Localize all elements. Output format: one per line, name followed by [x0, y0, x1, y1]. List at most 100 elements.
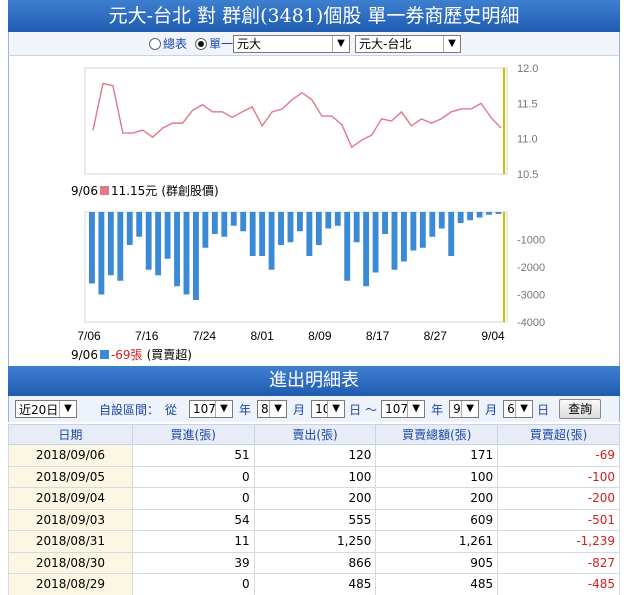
price-legend-value: 11.15元	[110, 184, 158, 198]
volume-legend-date: 9/06	[71, 347, 98, 362]
cell-date: 2018/09/06	[8, 444, 133, 467]
chevron-down-icon[interactable]: ▼	[59, 401, 76, 417]
cell-sell: 120	[253, 444, 377, 467]
volume-bar	[249, 212, 256, 256]
month-label: 月	[293, 402, 306, 417]
cell-buy: 11	[131, 530, 255, 553]
volume-bar	[448, 212, 455, 256]
cell-sell: 100	[253, 465, 377, 488]
radio-summary-label[interactable]: 總表	[163, 35, 187, 52]
chevron-down-icon[interactable]: ▼	[407, 401, 425, 417]
volume-bar	[183, 212, 190, 295]
volume-bar	[164, 212, 171, 259]
cell-date: 2018/08/29	[8, 573, 133, 595]
x-axis-tick-label: 8/01	[250, 329, 274, 343]
price-y-tick-label: 12.0	[517, 63, 538, 75]
price-swatch-icon	[99, 186, 109, 195]
cell-sell: 200	[253, 487, 377, 510]
radio-single[interactable]	[195, 37, 208, 50]
volume-bar	[486, 212, 492, 215]
volume-bar	[429, 212, 436, 237]
month-label: 月	[485, 402, 498, 417]
branch-select[interactable]: 元大-台北 ▼	[355, 34, 462, 53]
page-title: 元大-台北 對 群創(3481)個股 單一券商歷史明細	[8, 0, 620, 32]
query-button[interactable]: 查詢	[559, 399, 602, 419]
cell-date: 2018/08/30	[8, 551, 133, 574]
price-y-tick-label: 11.0	[517, 134, 538, 146]
day-label: 日	[537, 402, 550, 417]
header-buy: 買進(張)	[131, 424, 255, 445]
from-month-select[interactable]: 8 ▼	[257, 400, 288, 418]
volume-bar	[145, 212, 152, 270]
from-day-select[interactable]: 10 ▼	[311, 400, 346, 418]
chevron-down-icon[interactable]: ▼	[461, 401, 479, 417]
volume-bar	[457, 212, 464, 223]
from-year-value: 107	[193, 402, 216, 416]
volume-bar	[126, 212, 133, 245]
volume-bar	[315, 212, 322, 245]
volume-bar	[89, 212, 95, 284]
volume-bar	[353, 212, 360, 243]
volume-bar	[240, 212, 247, 232]
volume-bar	[211, 212, 218, 234]
cell-date: 2018/09/05	[8, 465, 133, 488]
volume-bar	[344, 212, 351, 281]
to-day-select[interactable]: 6 ▼	[503, 400, 534, 418]
volume-bar	[117, 212, 124, 281]
radio-summary[interactable]	[149, 37, 161, 50]
radio-single-label[interactable]: 單一	[209, 35, 233, 52]
period-select[interactable]: 近20日 ▼	[15, 400, 77, 418]
cell-total: 200	[375, 487, 499, 510]
volume-y-tick-label: -4000	[517, 317, 545, 329]
cell-net: -827	[497, 551, 620, 574]
volume-swatch-icon	[99, 350, 109, 359]
table-row: 2018/09/05 0 100 100 -100	[8, 465, 620, 488]
to-month-select[interactable]: 9 ▼	[449, 400, 480, 418]
from-label: 從	[165, 402, 178, 417]
cell-buy: 0	[131, 573, 255, 595]
x-axis-tick-label: 7/24	[193, 329, 217, 343]
volume-legend-value: -69張	[110, 348, 143, 362]
volume-bar	[297, 212, 303, 232]
day-label: 日	[349, 402, 362, 417]
chevron-down-icon[interactable]: ▼	[327, 401, 345, 417]
volume-y-tick-label: -3000	[517, 290, 545, 302]
cell-total: 609	[375, 508, 499, 531]
cell-total: 905	[375, 551, 499, 574]
volume-bar	[391, 212, 398, 270]
year-label: 年	[431, 402, 444, 417]
header-date: 日期	[8, 424, 133, 445]
volume-bar	[136, 212, 143, 237]
table-row: 2018/09/04 0 200 200 -200	[8, 487, 620, 510]
to-year-select[interactable]: 107 ▼	[381, 400, 426, 418]
x-axis-tick-label: 7/16	[135, 329, 159, 343]
chevron-down-icon[interactable]: ▼	[332, 35, 350, 52]
x-axis-tick-label: 8/09	[308, 329, 332, 343]
cell-total: 171	[375, 444, 499, 467]
price-legend-label: (群創股價)	[161, 184, 219, 198]
cell-net: -485	[497, 573, 620, 595]
volume-bar	[372, 212, 379, 273]
volume-bar	[495, 212, 502, 214]
chevron-down-icon[interactable]: ▼	[215, 401, 233, 417]
volume-bar	[401, 212, 407, 262]
volume-legend-label: (買賣超)	[146, 348, 192, 362]
volume-bar	[221, 212, 228, 237]
chevron-down-icon[interactable]: ▼	[443, 35, 461, 52]
from-year-select[interactable]: 107 ▼	[189, 400, 234, 418]
cell-total: 100	[375, 465, 499, 488]
tilde-label: ～	[365, 402, 378, 417]
chart-area: 12.0 11.5 11.0 10.5 -1000 -2000 -3000 -4000 7/06…	[8, 56, 620, 366]
cell-date: 2018/09/04	[8, 487, 133, 510]
cell-sell: 485	[253, 573, 377, 595]
price-legend-date: 9/06	[71, 183, 98, 198]
volume-bar	[325, 212, 332, 229]
cell-sell: 866	[253, 551, 377, 574]
cell-sell: 1,250	[253, 530, 377, 553]
volume-bar	[410, 212, 417, 251]
cell-sell: 555	[253, 508, 377, 531]
chevron-down-icon[interactable]: ▼	[515, 401, 533, 417]
chevron-down-icon[interactable]: ▼	[269, 401, 287, 417]
volume-bar	[287, 212, 294, 243]
broker-select[interactable]: 元大 ▼	[233, 34, 351, 53]
